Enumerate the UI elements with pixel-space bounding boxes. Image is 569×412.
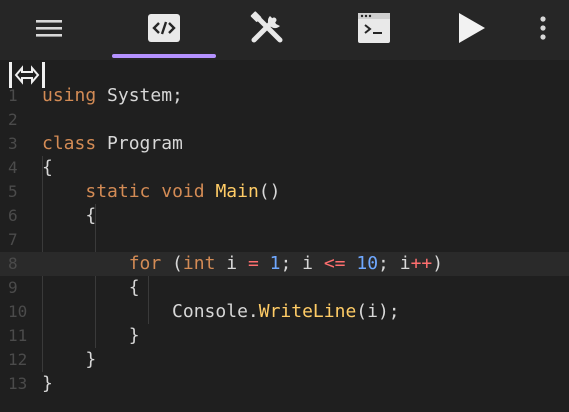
line-number: 4	[8, 158, 18, 177]
code-token: for	[128, 253, 162, 274]
code-text: static void Main()	[42, 180, 280, 204]
code-editor[interactable]: 1 using System; 2 3 class Program 4{5 static …	[0, 60, 569, 412]
code-line[interactable]: 10 Console.WriteLine(i);	[0, 300, 569, 324]
code-token: (	[161, 253, 183, 274]
line-number: 2	[8, 110, 18, 129]
code-token: void	[161, 181, 205, 202]
code-text: }	[42, 372, 53, 396]
menu-button[interactable]	[22, 0, 76, 56]
code-token: {	[42, 277, 140, 298]
code-text: }	[42, 324, 140, 348]
toolbar	[0, 0, 569, 60]
code-line[interactable]: 5 static void Main()	[0, 180, 569, 204]
more-vertical-icon	[540, 16, 546, 40]
code-line[interactable]: 3 class Program	[0, 132, 569, 156]
code-token: (i);	[356, 301, 400, 322]
code-text: for (int i = 1; i <= 10; i++)	[42, 252, 443, 276]
code-token: ++	[410, 253, 433, 274]
code-line[interactable]: 13}	[0, 372, 569, 396]
code-token: Main	[215, 181, 259, 202]
overflow-menu-button[interactable]	[528, 0, 558, 56]
line-number: 6	[8, 206, 18, 225]
code-line[interactable]: 8 for (int i = 1; i <= 10; i++)	[0, 252, 569, 276]
code-text: Console.WriteLine(i);	[42, 300, 400, 324]
code-token: 10	[356, 253, 379, 274]
code-token: ; i	[280, 253, 324, 274]
line-number: 13	[8, 374, 28, 393]
code-token: =	[247, 253, 259, 274]
play-icon	[459, 13, 485, 43]
code-line[interactable]: 1 using System;	[0, 84, 569, 108]
code-token: )	[432, 253, 444, 274]
code-token: }	[42, 373, 53, 394]
code-token: }	[42, 349, 97, 370]
line-number: 1	[8, 86, 18, 105]
line-number: 7	[8, 230, 18, 249]
code-tab-button[interactable]	[142, 0, 186, 56]
line-number: 9	[8, 278, 18, 297]
code-line[interactable]: 9 {	[0, 276, 569, 300]
menu-icon	[36, 20, 62, 37]
code-token: System;	[96, 85, 183, 106]
code-token: }	[42, 325, 140, 346]
code-line[interactable]: 11 }	[0, 324, 569, 348]
code-icon	[148, 14, 180, 42]
code-token: class	[42, 133, 97, 154]
code-editor-app: 1 using System; 2 3 class Program 4{5 static …	[0, 0, 569, 412]
code-token: 1	[269, 253, 281, 274]
line-number: 12	[8, 350, 28, 369]
console-button[interactable]	[354, 0, 394, 56]
code-token: i	[215, 253, 248, 274]
code-token: static	[85, 181, 151, 202]
code-text: {	[42, 156, 53, 180]
code-text: {	[42, 276, 140, 300]
code-text: class Program	[42, 132, 183, 156]
tools-icon	[250, 11, 283, 43]
code-token: <=	[323, 253, 346, 274]
line-number: 8	[8, 254, 18, 273]
code-text: using System;	[42, 84, 183, 108]
run-button[interactable]	[448, 0, 492, 56]
code-token: using	[42, 85, 97, 106]
code-line[interactable]: 6 {	[0, 204, 569, 228]
line-number: 10	[8, 302, 28, 321]
line-number: 5	[8, 182, 18, 201]
code-token: WriteLine	[258, 301, 357, 322]
code-token: {	[42, 205, 97, 226]
code-token: {	[42, 157, 53, 178]
code-token: ()	[258, 181, 281, 202]
line-number: 3	[8, 134, 18, 153]
code-line[interactable]: 2	[0, 108, 569, 132]
code-token: ; i	[378, 253, 411, 274]
code-text: {	[42, 204, 96, 228]
code-line[interactable]: 12 }	[0, 348, 569, 372]
code-text: }	[42, 348, 96, 372]
code-line[interactable]: 4{	[0, 156, 569, 180]
code-token: Console.	[42, 301, 259, 322]
code-line[interactable]: 7	[0, 228, 569, 252]
line-number: 11	[8, 326, 28, 345]
code-token: Program	[96, 133, 183, 154]
tools-button[interactable]	[244, 0, 292, 56]
terminal-icon	[358, 13, 390, 43]
active-tab-indicator	[112, 54, 216, 58]
code-token: int	[182, 253, 216, 274]
